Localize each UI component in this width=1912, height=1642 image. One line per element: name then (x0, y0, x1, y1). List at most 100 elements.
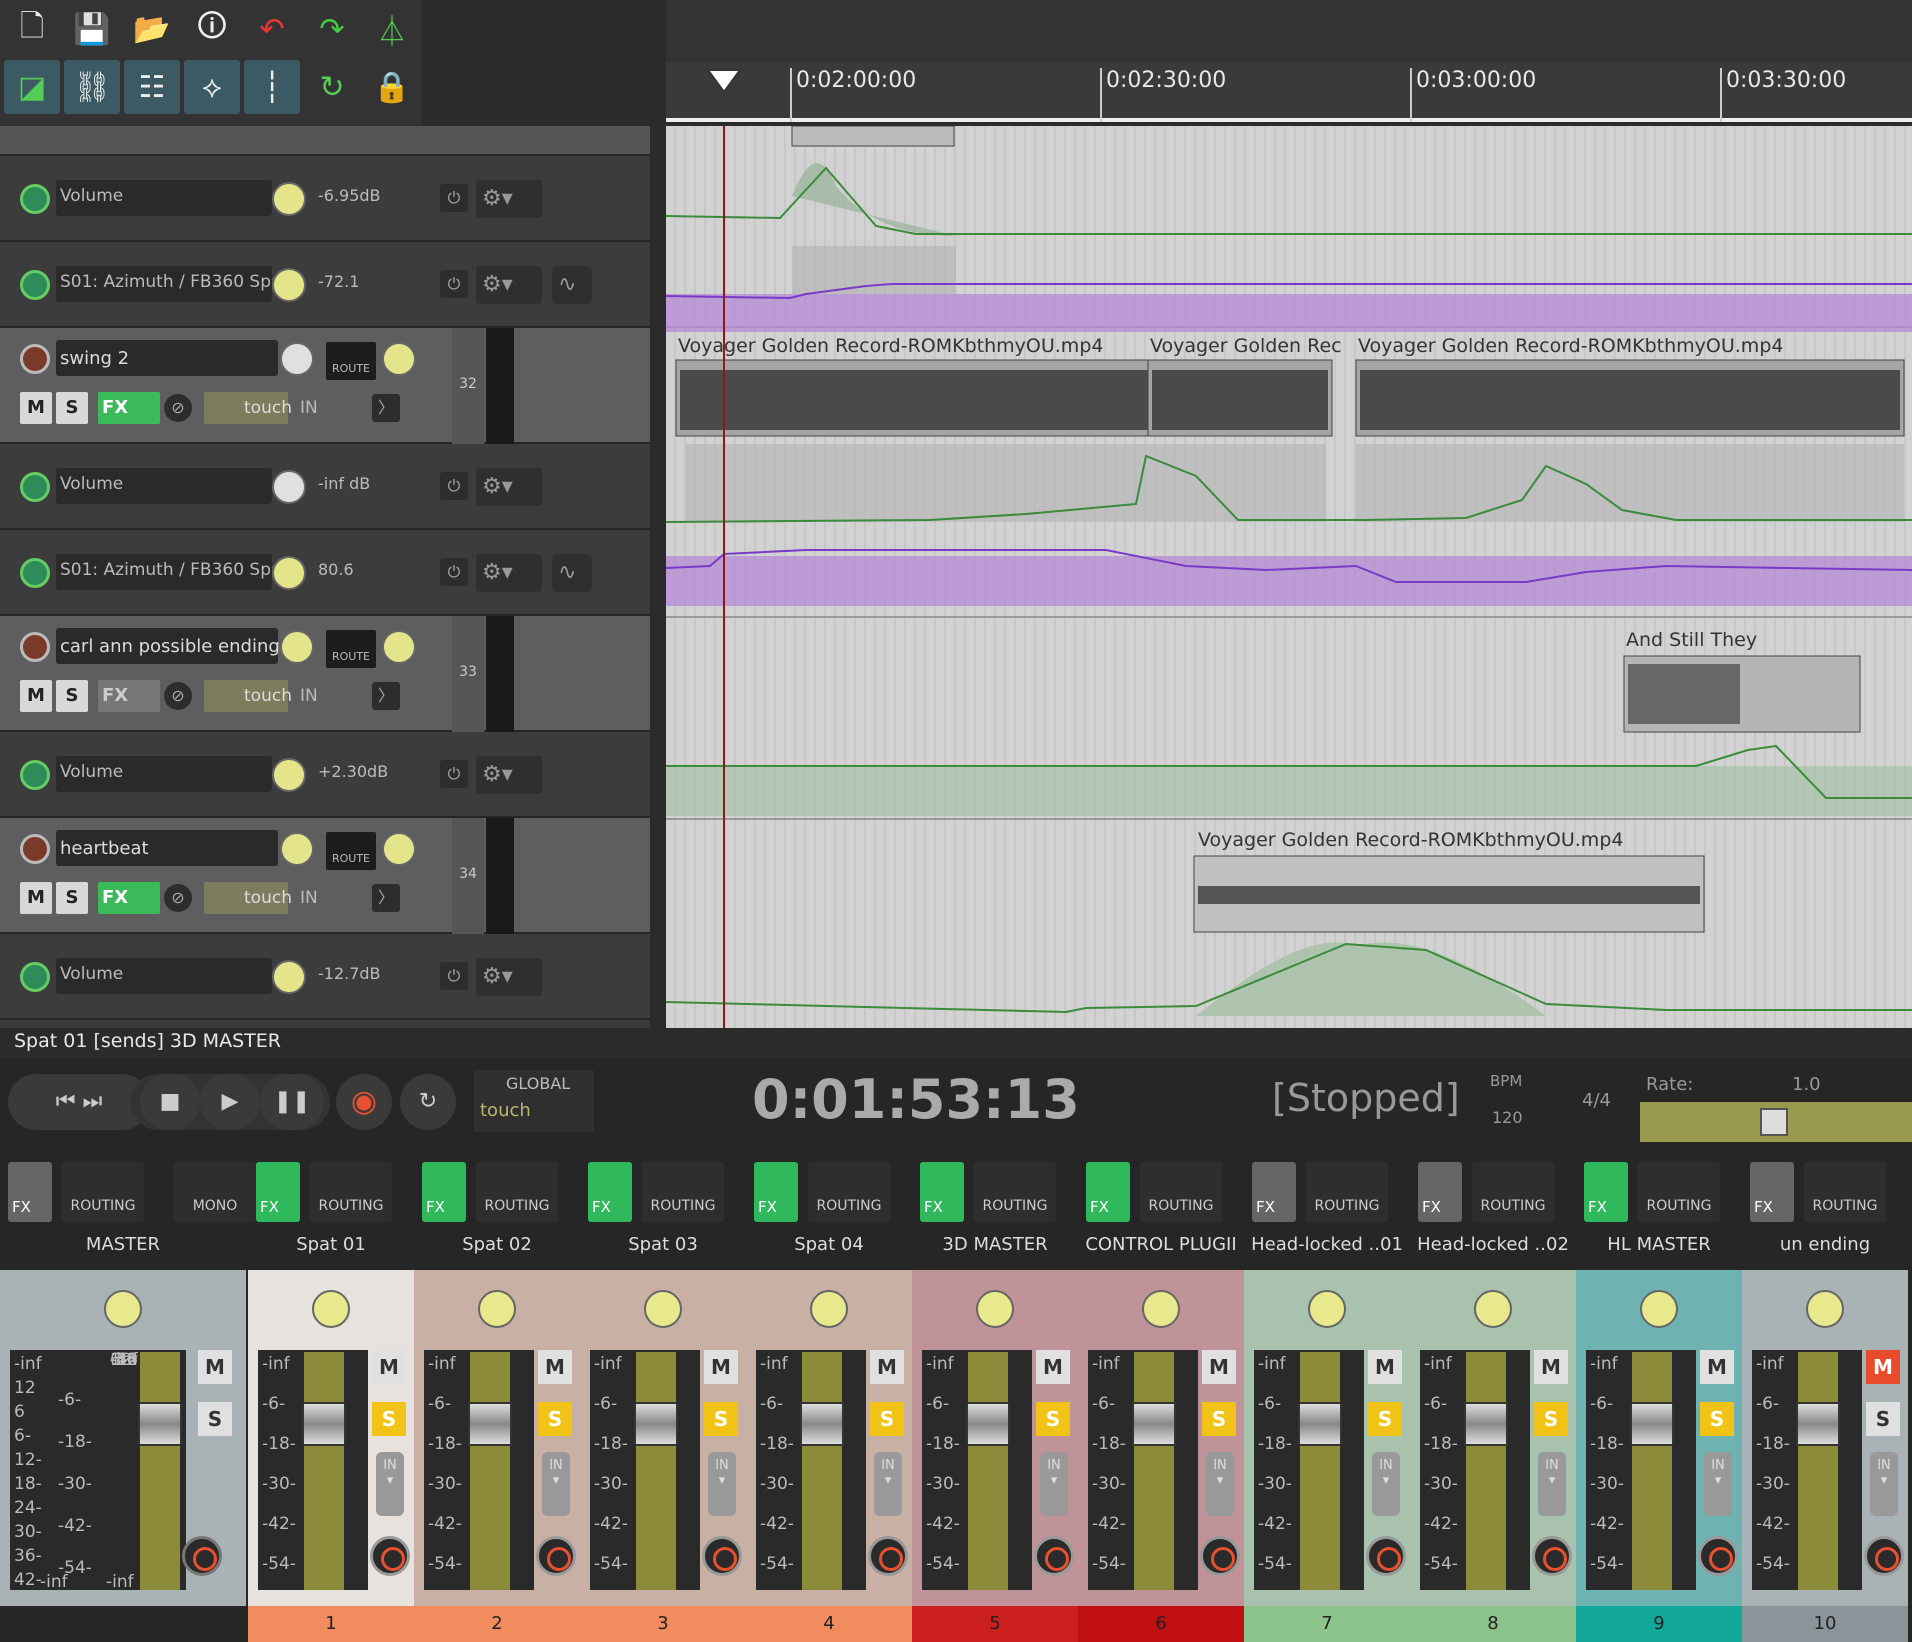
routing-button[interactable]: ROUTING (1804, 1162, 1886, 1222)
envelope-active-icon[interactable] (20, 558, 50, 588)
repeat-icon[interactable]: ↻ (400, 1074, 456, 1130)
strip-name[interactable]: Head-locked ..01 (1244, 1234, 1410, 1255)
strip-name[interactable]: HL MASTER (1576, 1234, 1742, 1255)
record-arm-button[interactable] (868, 1536, 908, 1576)
strip-name[interactable]: Spat 03 (580, 1234, 746, 1255)
envelope-value-knob[interactable] (272, 268, 306, 302)
fader-cap[interactable] (138, 1402, 182, 1446)
phase-icon[interactable]: ⊘ (164, 394, 192, 422)
envelope-icon[interactable]: ⟡ (184, 60, 240, 114)
pan-knob[interactable] (810, 1290, 848, 1328)
play-icon[interactable]: ▶ (200, 1074, 260, 1130)
time-signature[interactable]: 4/4 (1582, 1090, 1611, 1111)
solo-button[interactable]: S (198, 1402, 232, 1436)
input-button[interactable]: IN ▾ (542, 1452, 570, 1516)
mute-button[interactable]: M (1534, 1350, 1568, 1384)
envelope-value-knob[interactable] (272, 960, 306, 994)
pan-knob[interactable] (382, 342, 416, 376)
envelope-value-knob[interactable] (272, 470, 306, 504)
record-arm-button[interactable] (1200, 1536, 1240, 1576)
record-arm-button[interactable] (1034, 1536, 1074, 1576)
strip-name[interactable]: Spat 04 (746, 1234, 912, 1255)
strip-fx-button[interactable]: FX (422, 1162, 466, 1222)
record-arm-button[interactable] (1366, 1536, 1406, 1576)
input-button[interactable]: IN ▾ (1040, 1452, 1068, 1516)
fx-button[interactable]: FX (98, 392, 160, 424)
record-arm-button[interactable] (702, 1536, 742, 1576)
fader-cap[interactable] (966, 1402, 1010, 1446)
mixer-strip[interactable]: FX ROUTING 3D MASTER -inf -6- -18- -30- -42- -… (912, 1146, 1078, 1642)
pan-knob[interactable] (1806, 1290, 1844, 1328)
mixer-strip[interactable]: FX ROUTING Spat 02 -inf -6- -18- -30- -42- -54… (414, 1146, 580, 1642)
route-button[interactable]: ROUTE (326, 832, 376, 870)
solo-button[interactable]: S (1202, 1402, 1236, 1436)
strip-name[interactable]: Spat 02 (414, 1234, 580, 1255)
solo-button[interactable]: S (56, 680, 88, 712)
pause-icon[interactable]: ❚❚ (260, 1074, 324, 1130)
rate-slider-handle[interactable] (1760, 1108, 1788, 1136)
route-button[interactable]: ROUTE (326, 630, 376, 668)
snap-icon[interactable]: ⛓ (64, 60, 120, 114)
strip-name[interactable]: Spat 01 (248, 1234, 414, 1255)
project-info-icon[interactable]: 🛈 (184, 2, 240, 56)
open-project-icon[interactable]: 📂 (124, 2, 180, 56)
input-button[interactable]: IN ▾ (1704, 1452, 1732, 1516)
mute-button[interactable]: M (1866, 1350, 1900, 1384)
input-button[interactable]: IN ▾ (708, 1452, 736, 1516)
routing-button[interactable]: ROUTING (1638, 1162, 1720, 1222)
mute-button[interactable]: M (870, 1350, 904, 1384)
mixer-strip[interactable]: FX ROUTING Spat 04 -inf -6- -18- -30- -42- -54… (746, 1146, 912, 1642)
volume-fader[interactable] (468, 1352, 512, 1590)
fx-button[interactable]: FX (98, 680, 160, 712)
pan-knob[interactable] (312, 1290, 350, 1328)
fader-cap[interactable] (1796, 1402, 1840, 1446)
input-fx-icon[interactable]: 〉 (372, 884, 400, 912)
strip-fx-button[interactable]: FX (754, 1162, 798, 1222)
play-cursor-marker-icon[interactable] (706, 68, 742, 94)
fader-cap[interactable] (1464, 1402, 1508, 1446)
track-row[interactable]: heartbeat ROUTE M S FX ⊘ touch IN 〉 34 (0, 818, 650, 934)
solo-button[interactable]: S (56, 882, 88, 914)
input-button[interactable]: IN ▾ (376, 1452, 404, 1516)
pan-knob[interactable] (1640, 1290, 1678, 1328)
fader-cap[interactable] (468, 1402, 512, 1446)
envelope-active-icon[interactable] (20, 760, 50, 790)
routing-button[interactable]: ROUTING (1472, 1162, 1554, 1222)
automation-mode-button[interactable]: touch (204, 392, 292, 424)
mixer-strip[interactable]: FX ROUTING Spat 03 -inf -6- -18- -30- -42- -54… (580, 1146, 746, 1642)
routing-button[interactable]: ROUTING (1140, 1162, 1222, 1222)
mixer-strip[interactable]: FX ROUTING Spat 01 -inf -6- -18- -30- -42- -54… (248, 1146, 414, 1642)
envelope-settings-icon[interactable]: ⚙▾ (476, 180, 542, 218)
mixer-strip[interactable]: FX ROUTING MONO MASTER -inf 12 6 6- 12- 18- 24-… (0, 1146, 256, 1642)
envelope-active-icon[interactable] (20, 184, 50, 214)
volume-fader[interactable] (1796, 1352, 1840, 1590)
solo-button[interactable]: S (1534, 1402, 1568, 1436)
input-button[interactable]: IN ▾ (874, 1452, 902, 1516)
solo-button[interactable]: S (704, 1402, 738, 1436)
rate-slider[interactable] (1640, 1102, 1912, 1142)
volume-fader[interactable] (138, 1352, 182, 1590)
volume-knob[interactable] (280, 630, 314, 664)
strip-name[interactable]: CONTROL PLUGII (1078, 1234, 1244, 1255)
solo-button[interactable]: S (56, 392, 88, 424)
record-icon[interactable]: ◉ (336, 1074, 392, 1130)
strip-fx-button[interactable]: FX (1750, 1162, 1794, 1222)
strip-fx-button[interactable]: FX (256, 1162, 300, 1222)
envelope-bypass-icon[interactable]: ⏻ (440, 760, 468, 788)
mixer-strip[interactable]: FX ROUTING HL MASTER -inf -6- -18- -30- -42- -… (1576, 1146, 1742, 1642)
pan-knob[interactable] (382, 832, 416, 866)
strip-fx-button[interactable]: FX (588, 1162, 632, 1222)
fx-button[interactable]: FX (98, 882, 160, 914)
routing-button[interactable]: ROUTING (62, 1162, 144, 1222)
redo-icon[interactable]: ↷ (304, 2, 360, 56)
volume-fader[interactable] (1464, 1352, 1508, 1590)
envelope-bypass-icon[interactable]: ⏻ (440, 558, 468, 586)
solo-button[interactable]: S (870, 1402, 904, 1436)
record-arm-button[interactable] (1864, 1536, 1904, 1576)
routing-button[interactable]: ROUTING (476, 1162, 558, 1222)
volume-knob[interactable] (280, 342, 314, 376)
envelope-value-knob[interactable] (272, 556, 306, 590)
pan-knob[interactable] (976, 1290, 1014, 1328)
pan-knob[interactable] (1308, 1290, 1346, 1328)
lock-icon[interactable]: 🔒 (364, 60, 420, 114)
